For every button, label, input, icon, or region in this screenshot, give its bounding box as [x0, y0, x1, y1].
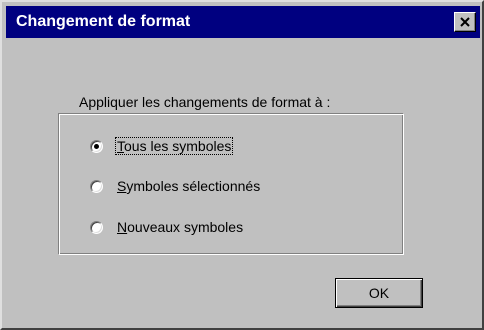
radio-label-new-symbols[interactable]: Nouveaux symboles [116, 219, 244, 235]
radio-button-new-symbols[interactable] [90, 220, 103, 234]
radio-selected-symbols[interactable]: Symboles sélectionnés [90, 177, 261, 195]
close-button[interactable] [454, 12, 476, 32]
radio-label-all-symbols[interactable]: Tous les symboles [114, 137, 234, 155]
radio-label-selected-symbols[interactable]: Symboles sélectionnés [116, 178, 261, 194]
window-title: Changement de format [16, 13, 191, 30]
radio-new-symbols[interactable]: Nouveaux symboles [90, 218, 244, 236]
radio-button-selected-symbols[interactable] [90, 179, 103, 193]
radio-all-symbols[interactable]: Tous les symboles [90, 137, 234, 155]
title-bar[interactable]: Changement de format [6, 6, 480, 38]
format-change-dialog: Changement de format Appliquer les chang… [0, 0, 484, 330]
instruction-label: Appliquer les changements de format à : [79, 94, 331, 110]
radio-selected-dot [94, 143, 99, 149]
radio-button-all-symbols[interactable] [90, 139, 103, 153]
close-icon [460, 17, 470, 27]
ok-button[interactable]: OK [335, 278, 423, 308]
